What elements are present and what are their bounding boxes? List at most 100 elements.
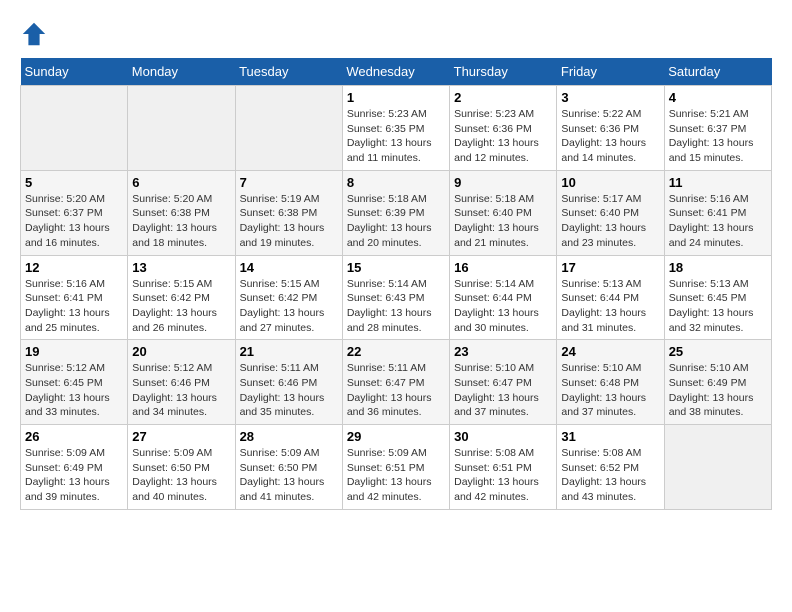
header-friday: Friday (557, 58, 664, 86)
header-saturday: Saturday (664, 58, 771, 86)
day-info: Sunrise: 5:08 AM Sunset: 6:51 PM Dayligh… (454, 446, 552, 505)
logo (20, 20, 52, 48)
day-info: Sunrise: 5:15 AM Sunset: 6:42 PM Dayligh… (240, 277, 338, 336)
day-number: 5 (25, 175, 123, 190)
calendar-cell: 28Sunrise: 5:09 AM Sunset: 6:50 PM Dayli… (235, 425, 342, 510)
day-number: 22 (347, 344, 445, 359)
day-info: Sunrise: 5:18 AM Sunset: 6:39 PM Dayligh… (347, 192, 445, 251)
day-number: 28 (240, 429, 338, 444)
day-number: 23 (454, 344, 552, 359)
header-monday: Monday (128, 58, 235, 86)
day-number: 24 (561, 344, 659, 359)
day-info: Sunrise: 5:10 AM Sunset: 6:48 PM Dayligh… (561, 361, 659, 420)
calendar-cell: 9 Sunrise: 5:18 AM Sunset: 6:40 PM Daylig… (450, 170, 557, 255)
day-info: Sunrise: 5:23 AM Sunset: 6:35 PM Dayligh… (347, 107, 445, 166)
day-number: 2 (454, 90, 552, 105)
header-thursday: Thursday (450, 58, 557, 86)
day-info: Sunrise: 5:14 AM Sunset: 6:44 PM Dayligh… (454, 277, 552, 336)
day-number: 15 (347, 260, 445, 275)
calendar-cell (128, 86, 235, 171)
week-row-4: 26 Sunrise: 5:09 AM Sunset: 6:49 PM Dayli… (21, 425, 772, 510)
calendar-cell: 5 Sunrise: 5:20 AM Sunset: 6:37 PM Daylig… (21, 170, 128, 255)
calendar-table: SundayMondayTuesdayWednesdayThursdayFrid… (20, 58, 772, 510)
day-number: 3 (561, 90, 659, 105)
calendar-cell: 15Sunrise: 5:14 AM Sunset: 6:43 PM Dayli… (342, 255, 449, 340)
day-number: 10 (561, 175, 659, 190)
calendar-cell: 2 Sunrise: 5:23 AM Sunset: 6:36 PM Daylig… (450, 86, 557, 171)
day-info: Sunrise: 5:23 AM Sunset: 6:36 PM Dayligh… (454, 107, 552, 166)
calendar-cell: 18 Sunrise: 5:13 AM Sunset: 6:45 PM Dayli… (664, 255, 771, 340)
calendar-cell: 24 Sunrise: 5:10 AM Sunset: 6:48 PM Dayli… (557, 340, 664, 425)
day-number: 26 (25, 429, 123, 444)
calendar-cell: 31 Sunrise: 5:08 AM Sunset: 6:52 PM Dayli… (557, 425, 664, 510)
day-number: 19 (25, 344, 123, 359)
calendar-cell: 17Sunrise: 5:13 AM Sunset: 6:44 PM Dayli… (557, 255, 664, 340)
calendar-cell: 11 Sunrise: 5:16 AM Sunset: 6:41 PM Dayli… (664, 170, 771, 255)
calendar-cell: 16 Sunrise: 5:14 AM Sunset: 6:44 PM Dayli… (450, 255, 557, 340)
header-wednesday: Wednesday (342, 58, 449, 86)
page-header (20, 20, 772, 48)
day-number: 30 (454, 429, 552, 444)
day-number: 27 (132, 429, 230, 444)
calendar-cell: 12Sunrise: 5:16 AM Sunset: 6:41 PM Dayli… (21, 255, 128, 340)
day-number: 21 (240, 344, 338, 359)
day-info: Sunrise: 5:11 AM Sunset: 6:46 PM Dayligh… (240, 361, 338, 420)
week-row-0: 1 Sunrise: 5:23 AM Sunset: 6:35 PM Daylig… (21, 86, 772, 171)
calendar-cell: 1 Sunrise: 5:23 AM Sunset: 6:35 PM Daylig… (342, 86, 449, 171)
day-number: 25 (669, 344, 767, 359)
day-number: 29 (347, 429, 445, 444)
week-row-3: 19 Sunrise: 5:12 AM Sunset: 6:45 PM Dayli… (21, 340, 772, 425)
day-info: Sunrise: 5:16 AM Sunset: 6:41 PM Dayligh… (25, 277, 123, 336)
day-number: 18 (669, 260, 767, 275)
header-row: SundayMondayTuesdayWednesdayThursdayFrid… (21, 58, 772, 86)
day-number: 13 (132, 260, 230, 275)
day-number: 31 (561, 429, 659, 444)
day-number: 4 (669, 90, 767, 105)
day-info: Sunrise: 5:21 AM Sunset: 6:37 PM Dayligh… (669, 107, 767, 166)
header-sunday: Sunday (21, 58, 128, 86)
calendar-cell: 27 Sunrise: 5:09 AM Sunset: 6:50 PM Dayli… (128, 425, 235, 510)
day-info: Sunrise: 5:18 AM Sunset: 6:40 PM Dayligh… (454, 192, 552, 251)
calendar-cell: 6Sunrise: 5:20 AM Sunset: 6:38 PM Daylig… (128, 170, 235, 255)
day-info: Sunrise: 5:09 AM Sunset: 6:51 PM Dayligh… (347, 446, 445, 505)
day-info: Sunrise: 5:20 AM Sunset: 6:37 PM Dayligh… (25, 192, 123, 251)
day-number: 17 (561, 260, 659, 275)
calendar-cell: 8 Sunrise: 5:18 AM Sunset: 6:39 PM Daylig… (342, 170, 449, 255)
calendar-cell: 3Sunrise: 5:22 AM Sunset: 6:36 PM Daylig… (557, 86, 664, 171)
calendar-cell: 14 Sunrise: 5:15 AM Sunset: 6:42 PM Dayli… (235, 255, 342, 340)
day-info: Sunrise: 5:16 AM Sunset: 6:41 PM Dayligh… (669, 192, 767, 251)
calendar-cell (21, 86, 128, 171)
day-info: Sunrise: 5:11 AM Sunset: 6:47 PM Dayligh… (347, 361, 445, 420)
calendar-cell: 7 Sunrise: 5:19 AM Sunset: 6:38 PM Daylig… (235, 170, 342, 255)
calendar-cell: 26 Sunrise: 5:09 AM Sunset: 6:49 PM Dayli… (21, 425, 128, 510)
day-number: 14 (240, 260, 338, 275)
calendar-cell: 19 Sunrise: 5:12 AM Sunset: 6:45 PM Dayli… (21, 340, 128, 425)
calendar-cell: 13 Sunrise: 5:15 AM Sunset: 6:42 PM Dayli… (128, 255, 235, 340)
day-number: 9 (454, 175, 552, 190)
calendar-cell (664, 425, 771, 510)
day-info: Sunrise: 5:20 AM Sunset: 6:38 PM Dayligh… (132, 192, 230, 251)
calendar-cell: 4 Sunrise: 5:21 AM Sunset: 6:37 PM Daylig… (664, 86, 771, 171)
day-info: Sunrise: 5:10 AM Sunset: 6:47 PM Dayligh… (454, 361, 552, 420)
week-row-1: 5 Sunrise: 5:20 AM Sunset: 6:37 PM Daylig… (21, 170, 772, 255)
day-number: 8 (347, 175, 445, 190)
calendar-cell: 21 Sunrise: 5:11 AM Sunset: 6:46 PM Dayli… (235, 340, 342, 425)
header-tuesday: Tuesday (235, 58, 342, 86)
day-info: Sunrise: 5:08 AM Sunset: 6:52 PM Dayligh… (561, 446, 659, 505)
day-number: 11 (669, 175, 767, 190)
day-info: Sunrise: 5:09 AM Sunset: 6:50 PM Dayligh… (132, 446, 230, 505)
calendar-cell: 20Sunrise: 5:12 AM Sunset: 6:46 PM Dayli… (128, 340, 235, 425)
day-info: Sunrise: 5:09 AM Sunset: 6:49 PM Dayligh… (25, 446, 123, 505)
logo-icon (20, 20, 48, 48)
day-info: Sunrise: 5:10 AM Sunset: 6:49 PM Dayligh… (669, 361, 767, 420)
day-number: 16 (454, 260, 552, 275)
day-info: Sunrise: 5:15 AM Sunset: 6:42 PM Dayligh… (132, 277, 230, 336)
day-info: Sunrise: 5:13 AM Sunset: 6:45 PM Dayligh… (669, 277, 767, 336)
day-info: Sunrise: 5:12 AM Sunset: 6:46 PM Dayligh… (132, 361, 230, 420)
day-number: 1 (347, 90, 445, 105)
day-number: 7 (240, 175, 338, 190)
calendar-cell: 23 Sunrise: 5:10 AM Sunset: 6:47 PM Dayli… (450, 340, 557, 425)
day-info: Sunrise: 5:12 AM Sunset: 6:45 PM Dayligh… (25, 361, 123, 420)
day-info: Sunrise: 5:19 AM Sunset: 6:38 PM Dayligh… (240, 192, 338, 251)
calendar-cell: 29 Sunrise: 5:09 AM Sunset: 6:51 PM Dayli… (342, 425, 449, 510)
